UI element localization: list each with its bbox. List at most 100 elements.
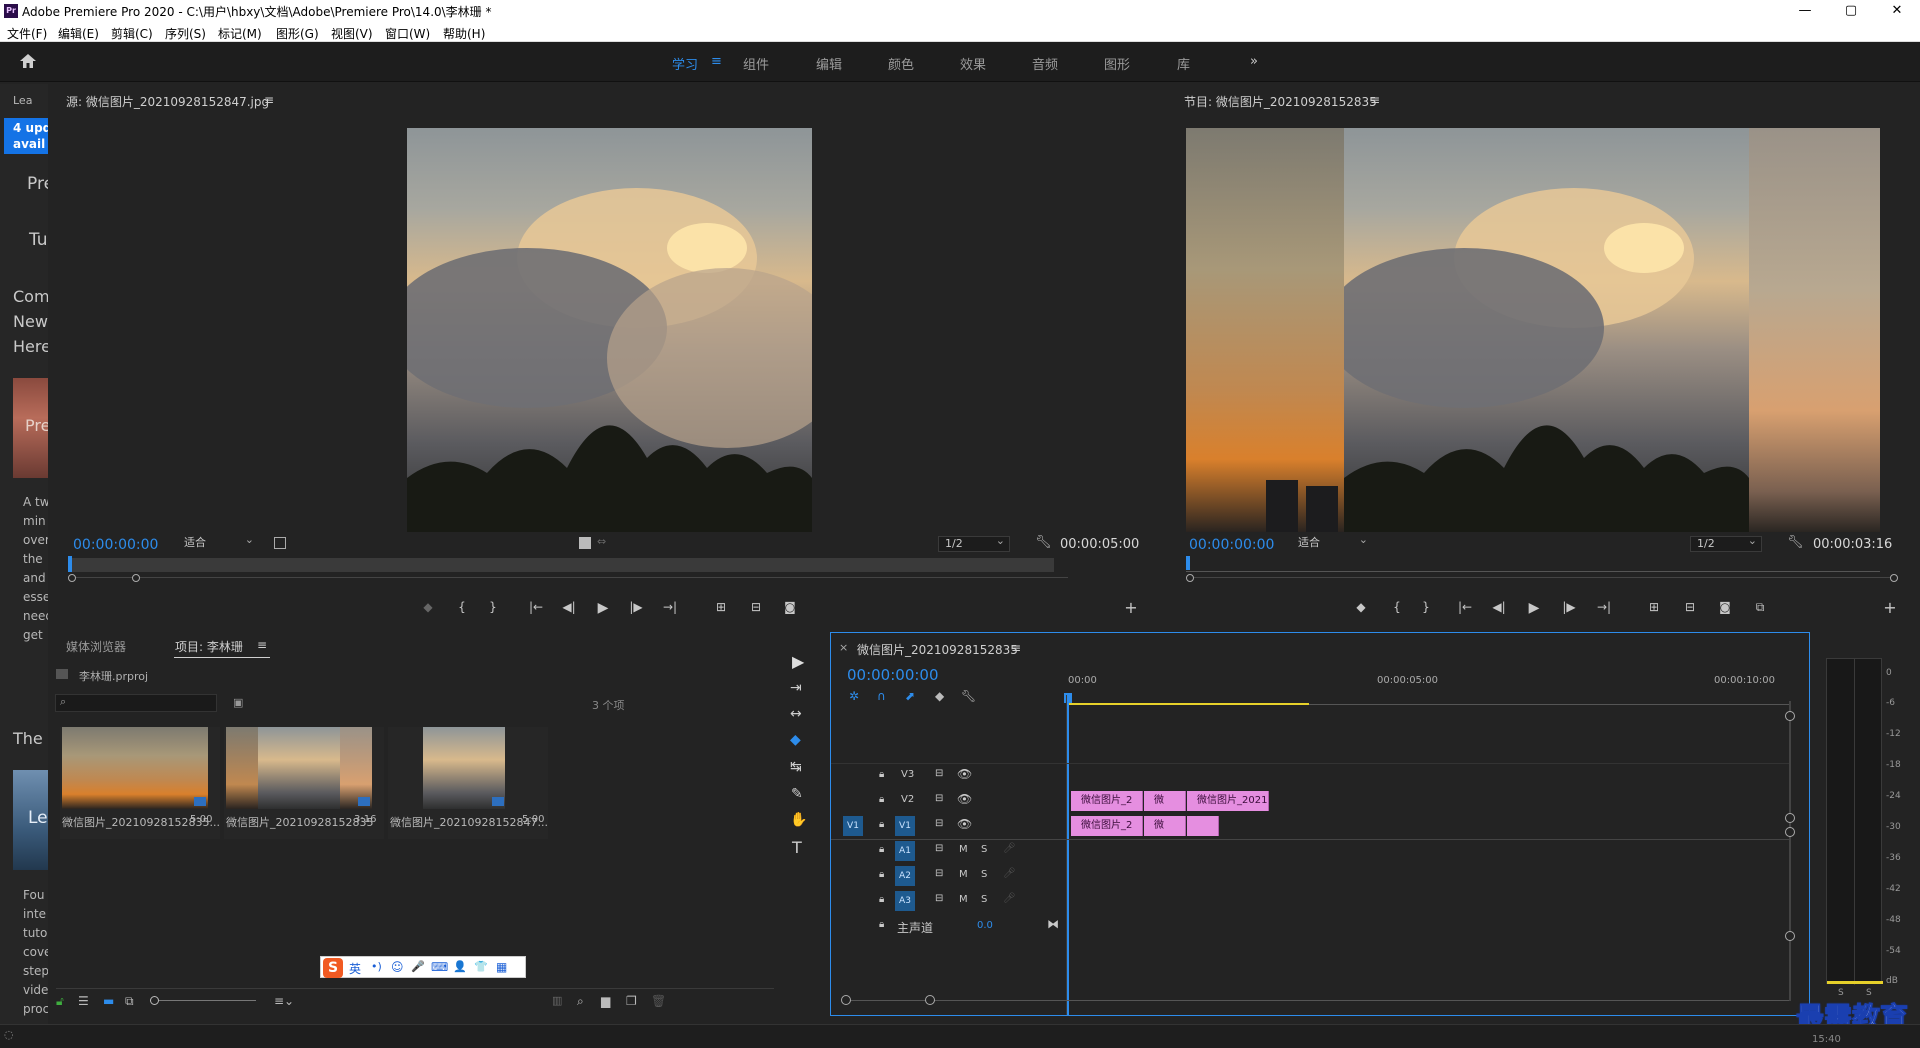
mute-button[interactable]: M bbox=[959, 869, 968, 880]
insert-button[interactable]: ⊞ bbox=[712, 600, 730, 614]
mark-out-button[interactable]: } bbox=[1417, 600, 1435, 614]
source-resolution-dropdown[interactable]: 1/2 bbox=[938, 534, 1010, 552]
mic-icon[interactable]: 🎤︎ bbox=[1003, 893, 1016, 904]
new-bin-icon[interactable]: ▆ bbox=[601, 994, 610, 1008]
timeline-clip[interactable]: 微 bbox=[1144, 791, 1186, 811]
scroll-handle[interactable] bbox=[1785, 931, 1795, 941]
ripple-edit-tool-icon[interactable]: ↔ bbox=[790, 706, 802, 722]
timeline-clip[interactable]: 微信图片_2021 bbox=[1187, 791, 1269, 811]
add-marker-icon[interactable]: ◆ bbox=[935, 689, 944, 703]
workspace-tab-color[interactable]: 颜色 bbox=[888, 54, 914, 73]
lock-icon[interactable]: 🔒︎ bbox=[879, 844, 884, 855]
lock-icon[interactable]: 🔒︎ bbox=[879, 919, 884, 930]
program-resolution-dropdown[interactable]: 1/2 bbox=[1690, 534, 1762, 552]
go-to-out-button[interactable]: →| bbox=[661, 600, 679, 614]
track-name[interactable]: V2 bbox=[901, 794, 914, 805]
program-playhead[interactable] bbox=[1186, 556, 1190, 570]
go-to-out-button[interactable]: →| bbox=[1595, 600, 1613, 614]
export-frame-button[interactable]: ◙ bbox=[1716, 600, 1734, 614]
source-playhead[interactable] bbox=[68, 556, 72, 572]
drag-video-icon[interactable] bbox=[579, 537, 591, 549]
workspace-tab-editing[interactable]: 编辑 bbox=[816, 54, 842, 73]
source-patch-v1[interactable]: V1 bbox=[843, 816, 863, 836]
eye-icon[interactable]: 👁︎ bbox=[957, 792, 972, 806]
timeline-clip[interactable]: 微信图片_2 bbox=[1071, 791, 1143, 811]
mark-out-button[interactable]: } bbox=[484, 600, 502, 614]
menu-file[interactable]: 文件(F) bbox=[7, 25, 47, 42]
button-editor-add[interactable]: + bbox=[1881, 598, 1899, 617]
workspace-menu-icon[interactable]: ≡ bbox=[711, 54, 722, 69]
program-timecode[interactable]: 00:00:00:00 bbox=[1189, 537, 1274, 553]
play-button[interactable]: ▶ bbox=[1525, 600, 1543, 616]
mark-in-button[interactable]: { bbox=[1388, 600, 1406, 614]
lift-button[interactable]: ⊞ bbox=[1645, 600, 1663, 614]
menu-edit[interactable]: 编辑(E) bbox=[58, 25, 99, 42]
menu-window[interactable]: 窗口(W) bbox=[385, 25, 430, 42]
track-name[interactable]: V3 bbox=[901, 769, 914, 780]
ime-emoji-icon[interactable]: ☺ bbox=[391, 960, 404, 974]
mute-button[interactable]: M bbox=[959, 894, 968, 905]
lock-icon[interactable]: 🔒︎ bbox=[879, 794, 884, 805]
horizontal-scrollbar[interactable] bbox=[843, 1000, 1789, 1001]
program-zoom-bar[interactable] bbox=[1186, 577, 1894, 578]
timeline-sequence-tab[interactable]: 微信图片_20210928152835 bbox=[857, 641, 1018, 658]
track-name[interactable]: A2 bbox=[895, 866, 915, 886]
learn-item[interactable]: Tu bbox=[29, 230, 48, 250]
sync-lock-icon[interactable]: ⊟ bbox=[935, 893, 943, 904]
icon-view-icon[interactable]: ▬ bbox=[103, 994, 114, 1008]
program-monitor-title[interactable]: 节目: 微信图片_20210928152835 bbox=[1184, 93, 1377, 110]
razor-tool-icon[interactable]: ◆ bbox=[790, 732, 801, 748]
slider-handle[interactable] bbox=[150, 996, 159, 1005]
source-time-ruler[interactable] bbox=[68, 558, 1054, 572]
workspace-tab-learn[interactable]: 学习 bbox=[672, 54, 698, 73]
program-monitor-menu-icon[interactable]: ≡ bbox=[1370, 93, 1380, 107]
drag-audio-icon[interactable]: ⇔ bbox=[597, 535, 606, 548]
lock-icon[interactable]: 🔒︎ bbox=[879, 819, 884, 830]
program-zoom-dropdown[interactable]: 适合 bbox=[1292, 533, 1372, 552]
snap-icon[interactable]: ∩ bbox=[877, 689, 886, 703]
track-name[interactable]: A3 bbox=[895, 891, 915, 911]
lock-icon[interactable]: 🔒︎ bbox=[879, 769, 884, 780]
source-zoom-dropdown[interactable]: 适合 bbox=[178, 533, 258, 552]
minimize-button[interactable]: — bbox=[1782, 0, 1828, 22]
add-marker-button[interactable]: ◆ bbox=[1352, 600, 1370, 614]
master-volume-value[interactable]: 0.0 bbox=[977, 920, 993, 931]
hand-tool-icon[interactable]: ✋ bbox=[790, 812, 807, 828]
type-tool-icon[interactable]: T bbox=[792, 838, 802, 857]
tab-project[interactable]: 项目: 李林珊 bbox=[175, 638, 243, 655]
lock-icon[interactable]: 🔒︎ bbox=[879, 894, 884, 905]
menu-help[interactable]: 帮助(H) bbox=[443, 25, 485, 42]
workspace-tab-graphics[interactable]: 图形 bbox=[1104, 54, 1130, 73]
sync-lock-icon[interactable]: ⊟ bbox=[935, 818, 943, 829]
export-frame-button[interactable]: ◙ bbox=[781, 600, 799, 614]
tutorial-thumbnail[interactable]: Le bbox=[13, 770, 48, 870]
selection-tool-icon[interactable]: ▶ bbox=[792, 652, 804, 671]
ime-user-icon[interactable]: 👤 bbox=[453, 960, 467, 973]
sync-lock-icon[interactable]: ⊟ bbox=[935, 768, 943, 779]
sync-lock-icon[interactable]: ⊟ bbox=[935, 868, 943, 879]
step-back-button[interactable]: ◀| bbox=[560, 600, 578, 614]
ime-punctuation-icon[interactable]: •) bbox=[371, 960, 382, 973]
new-item-icon[interactable]: ❐ bbox=[626, 994, 637, 1008]
sync-lock-icon[interactable]: ⊟ bbox=[935, 843, 943, 854]
scroll-handle[interactable] bbox=[1785, 711, 1795, 721]
pen-tool-icon[interactable]: ✎ bbox=[791, 786, 803, 802]
close-window-button[interactable]: ✕ bbox=[1874, 0, 1920, 22]
zoom-handle-right[interactable] bbox=[132, 574, 140, 582]
sort-icon[interactable]: ≡⌄ bbox=[274, 994, 294, 1008]
mark-in-button[interactable]: { bbox=[453, 600, 471, 614]
step-back-button[interactable]: ◀| bbox=[1490, 600, 1508, 614]
workspace-tab-libraries[interactable]: 库 bbox=[1177, 54, 1190, 73]
list-view-icon[interactable]: ☰ bbox=[78, 994, 89, 1008]
work-area-bar[interactable] bbox=[1067, 703, 1309, 705]
home-icon[interactable] bbox=[18, 52, 38, 70]
project-item[interactable]: 微信图片_20210928152835 3:16 bbox=[224, 727, 384, 839]
scroll-handle[interactable] bbox=[1785, 813, 1795, 823]
sync-lock-icon[interactable]: ⊟ bbox=[935, 793, 943, 804]
solo-button[interactable]: S bbox=[981, 894, 987, 905]
timeline-playhead[interactable] bbox=[1067, 693, 1069, 1015]
lock-icon[interactable]: 🔒︎ bbox=[879, 869, 884, 880]
wrench-icon[interactable]: 🔧︎ bbox=[1787, 535, 1804, 550]
master-end-icon[interactable]: ⧓ bbox=[1047, 917, 1059, 931]
program-preview-image[interactable] bbox=[1186, 128, 1880, 532]
